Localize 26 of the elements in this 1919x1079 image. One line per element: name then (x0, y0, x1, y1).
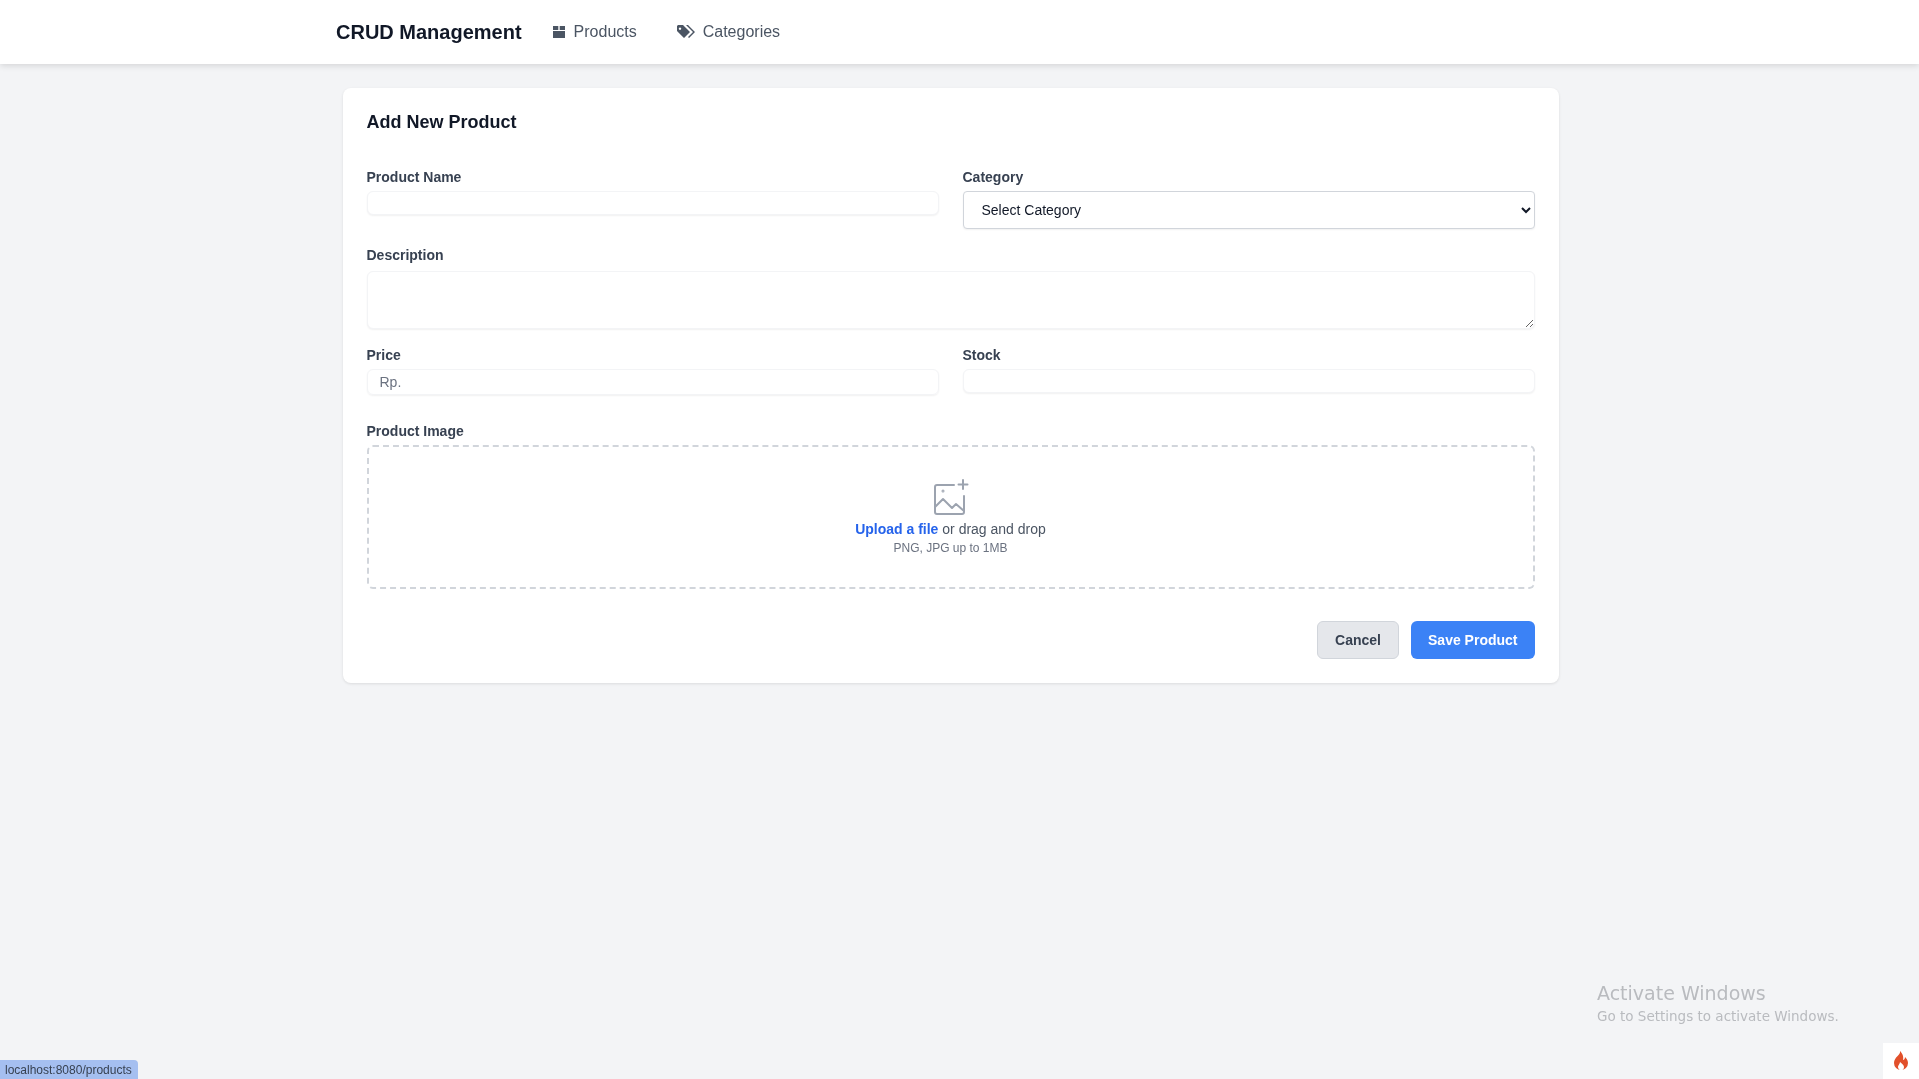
cancel-button[interactable]: Cancel (1317, 621, 1399, 659)
flame-icon (1893, 1051, 1909, 1071)
upload-instructions: Upload a file or drag and drop (855, 521, 1046, 537)
nav-link[interactable]: Products (551, 23, 637, 41)
field-label: Stock (962, 347, 1002, 363)
add-image-icon (931, 479, 970, 517)
debug-toolbar-button[interactable] (1883, 1043, 1919, 1079)
nav-link[interactable]: Categories (676, 23, 781, 41)
category-select[interactable]: Select Category (962, 191, 1535, 229)
activation-subtitle: Go to Settings to activate Windows. (1597, 1008, 1839, 1024)
upload-hint: PNG, JPG up to 1MB (893, 541, 1008, 555)
upload-link[interactable]: Upload a file (855, 521, 939, 537)
box-icon (551, 25, 566, 39)
form-title: Add New Product (366, 112, 518, 133)
field-label: Category (962, 169, 1025, 185)
field-label: Product Image (366, 423, 465, 439)
save-button[interactable]: Save Product (1411, 621, 1535, 659)
tags-icon (676, 25, 695, 39)
status-url: localhost:8080/products (0, 1060, 138, 1079)
price-field[interactable]: Rp. (366, 369, 939, 395)
upload-dropzone[interactable]: Upload a file or drag and drop PNG, JPG up to 1MB (366, 445, 1535, 589)
field-label: Product Name (366, 169, 463, 185)
activation-title: Activate Windows (1597, 982, 1767, 1004)
field-label: Description (366, 247, 445, 263)
brand-title: CRUD Management (336, 20, 522, 44)
field-label: Price (366, 347, 402, 363)
